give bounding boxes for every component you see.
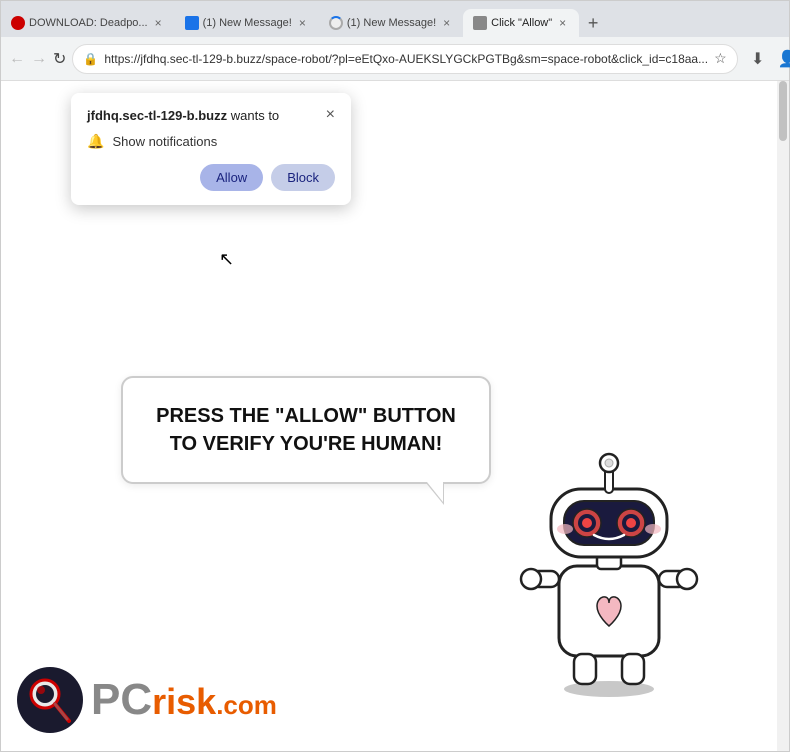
bell-icon: 🔔 bbox=[87, 133, 104, 150]
pcrisk-icon bbox=[17, 667, 83, 733]
bookmark-icon[interactable]: ☆ bbox=[714, 50, 727, 67]
address-bar[interactable]: 🔒 https://jfdhq.sec-tl-129-b.buzz/space-… bbox=[72, 44, 737, 74]
speech-bubble: PRESS THE "ALLOW" BUTTON TO VERIFY YOU'R… bbox=[121, 376, 491, 484]
forward-button[interactable]: → bbox=[31, 45, 47, 73]
tab3-close[interactable]: × bbox=[440, 15, 453, 31]
tab4-close[interactable]: × bbox=[556, 15, 569, 31]
tab1-favicon bbox=[11, 16, 25, 30]
notification-popup: jfdhq.sec-tl-129-b.buzz wants to × 🔔 Sho… bbox=[71, 93, 351, 205]
address-bar-icons: ☆ bbox=[714, 50, 727, 67]
tab2-title: (1) New Message! bbox=[203, 17, 292, 29]
address-bar-row: ← → ↻ 🔒 https://jfdhq.sec-tl-129-b.buzz/… bbox=[1, 37, 789, 81]
tab-message2[interactable]: (1) New Message! × bbox=[319, 9, 463, 37]
tab4-title: Click "Allow" bbox=[491, 17, 552, 29]
scrollbar[interactable] bbox=[777, 81, 789, 751]
robot-illustration bbox=[509, 421, 709, 701]
speech-bubble-text: PRESS THE "ALLOW" BUTTON TO VERIFY YOU'R… bbox=[156, 405, 456, 455]
scrollbar-thumb[interactable] bbox=[779, 81, 787, 141]
tab4-favicon bbox=[473, 16, 487, 30]
tab1-close[interactable]: × bbox=[152, 15, 165, 31]
risk-text: risk bbox=[152, 681, 216, 722]
pcrisk-text: PCrisk.com bbox=[91, 678, 277, 722]
popup-close-button[interactable]: × bbox=[326, 107, 335, 123]
tab1-title: DOWNLOAD: Deadpo... bbox=[29, 17, 148, 29]
lock-icon: 🔒 bbox=[83, 52, 98, 66]
popup-permission-row: 🔔 Show notifications bbox=[87, 133, 335, 150]
pc-text: PC bbox=[91, 675, 152, 724]
tab-message1[interactable]: (1) New Message! × bbox=[175, 9, 319, 37]
popup-permission-text: Show notifications bbox=[112, 134, 217, 149]
tab-download[interactable]: DOWNLOAD: Deadpo... × bbox=[1, 9, 175, 37]
tab-click-allow[interactable]: Click "Allow" × bbox=[463, 9, 579, 37]
speech-bubble-container: PRESS THE "ALLOW" BUTTON TO VERIFY YOU'R… bbox=[121, 376, 491, 526]
popup-header: jfdhq.sec-tl-129-b.buzz wants to × bbox=[87, 107, 335, 123]
popup-site-name: jfdhq.sec-tl-129-b.buzz wants to bbox=[87, 108, 279, 123]
pcrisk-logo: PCrisk.com bbox=[17, 667, 277, 733]
address-text: https://jfdhq.sec-tl-129-b.buzz/space-ro… bbox=[104, 52, 708, 66]
tab2-favicon bbox=[185, 16, 199, 30]
toolbar-icons: ⬇ 👤 ⋮ bbox=[744, 45, 790, 73]
allow-button[interactable]: Allow bbox=[200, 164, 263, 191]
browser-window: DOWNLOAD: Deadpo... × (1) New Message! ×… bbox=[0, 0, 790, 752]
dotcom-text: .com bbox=[216, 690, 277, 720]
tab-bar: DOWNLOAD: Deadpo... × (1) New Message! ×… bbox=[1, 1, 789, 37]
page-content: jfdhq.sec-tl-129-b.buzz wants to × 🔔 Sho… bbox=[1, 81, 789, 751]
download-icon[interactable]: ⬇ bbox=[744, 45, 772, 73]
reload-button[interactable]: ↻ bbox=[53, 45, 66, 73]
robot-svg bbox=[509, 421, 709, 701]
new-tab-button[interactable]: + bbox=[579, 9, 607, 37]
mouse-cursor: ↖ bbox=[219, 249, 234, 270]
popup-buttons: Allow Block bbox=[87, 164, 335, 191]
tab3-favicon bbox=[329, 16, 343, 30]
block-button[interactable]: Block bbox=[271, 164, 335, 191]
profile-icon[interactable]: 👤 bbox=[774, 45, 790, 73]
tab2-close[interactable]: × bbox=[296, 15, 309, 31]
speech-bubble-tail-inner bbox=[427, 482, 443, 502]
tab3-title: (1) New Message! bbox=[347, 17, 436, 29]
back-button[interactable]: ← bbox=[9, 45, 25, 73]
